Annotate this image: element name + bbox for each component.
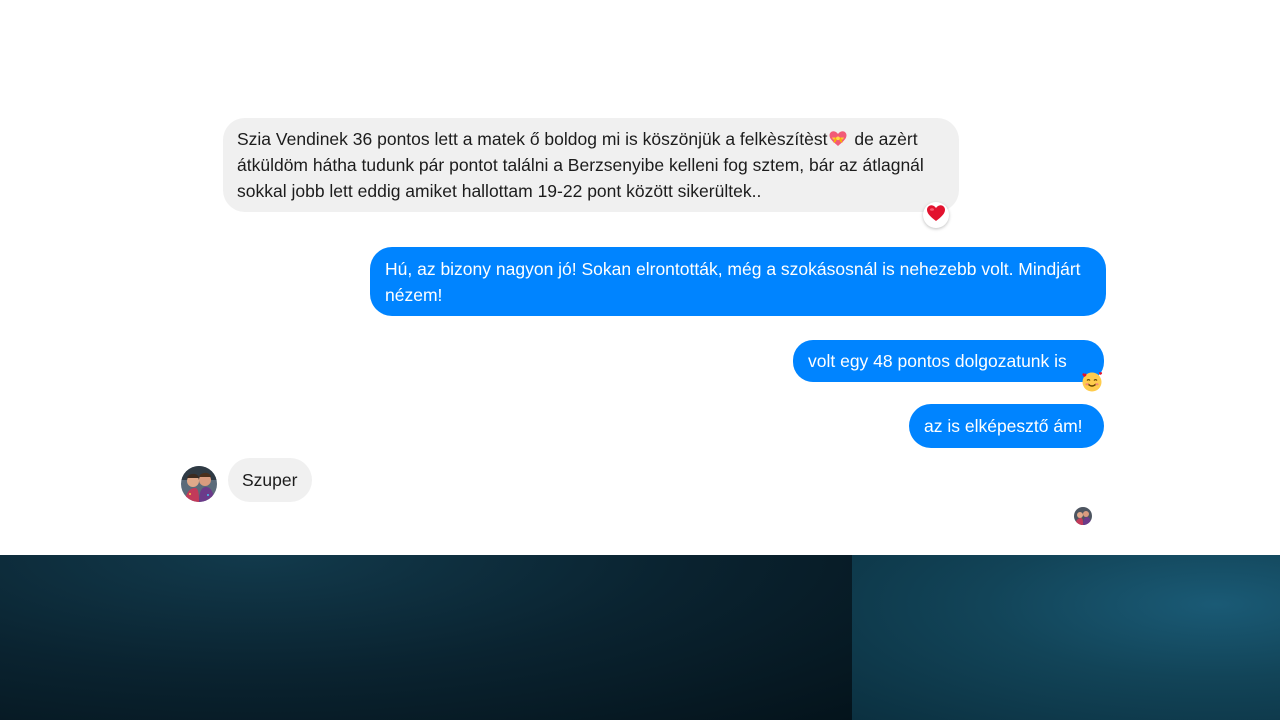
- message-reaction[interactable]: [923, 202, 949, 228]
- background-panel-left: [0, 555, 852, 720]
- chat-thread: Szia Vendinek 36 pontos lett a matek ő b…: [0, 0, 1280, 555]
- heart-with-ribbon-icon: [828, 129, 848, 149]
- red-heart-icon: [926, 204, 946, 227]
- message-text: volt egy 48 pontos dolgozatunk is: [808, 351, 1067, 371]
- message-outgoing[interactable]: az is elképesztő ám!: [909, 404, 1104, 448]
- background-panel-right: [852, 555, 1280, 720]
- message-text: az is elképesztő ám!: [924, 416, 1083, 436]
- message-text: Szia Vendinek 36 pontos lett a matek ő b…: [237, 129, 828, 149]
- message-text: Hú, az bizony nagyon jó! Sokan elrontott…: [385, 259, 1081, 305]
- window-background: [0, 555, 1280, 720]
- message-outgoing[interactable]: volt egy 48 pontos dolgozatunk is: [793, 340, 1104, 382]
- message-incoming[interactable]: Szia Vendinek 36 pontos lett a matek ő b…: [223, 118, 959, 212]
- message-reaction[interactable]: [1079, 371, 1105, 397]
- sender-avatar[interactable]: [181, 466, 217, 502]
- message-text: Szuper: [242, 470, 298, 490]
- message-incoming[interactable]: Szuper: [228, 458, 312, 502]
- smiling-face-with-hearts-icon: [1080, 370, 1104, 399]
- message-outgoing[interactable]: Hú, az bizony nagyon jó! Sokan elrontott…: [370, 247, 1106, 316]
- seen-indicator-avatar: [1074, 507, 1092, 525]
